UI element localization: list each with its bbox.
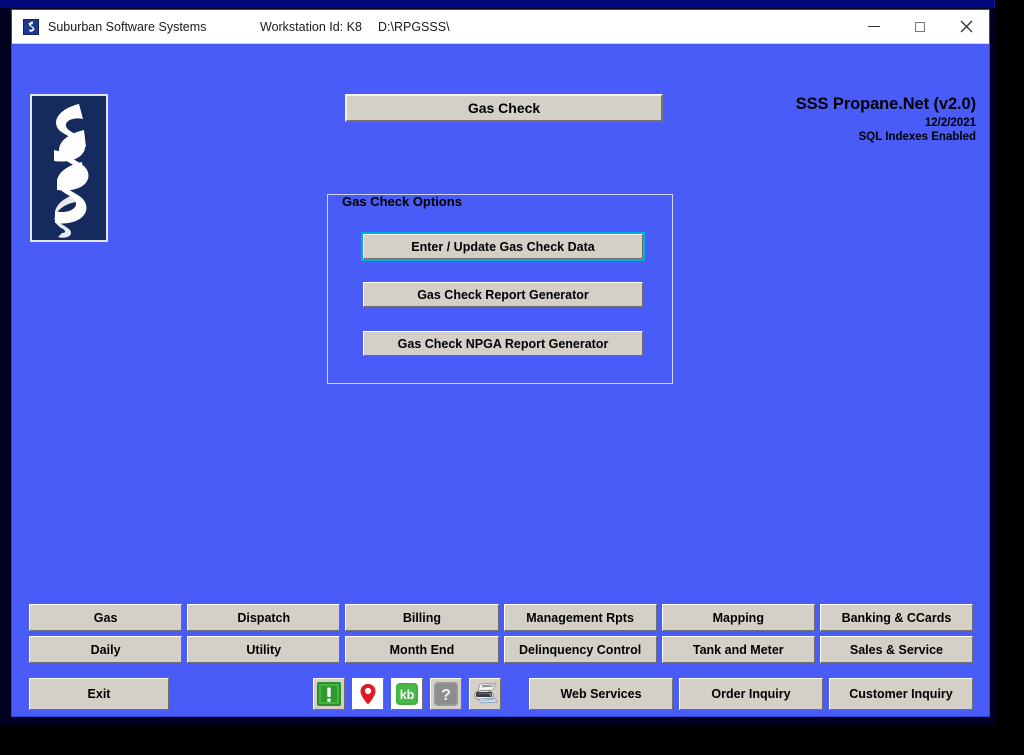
current-date-label: 12/2/2021	[924, 117, 976, 129]
client-area: Gas Check SSS Propane.Net (v2.0) 12/2/20…	[12, 44, 989, 716]
enter-update-gas-check-data-button[interactable]: Enter / Update Gas Check Data	[361, 232, 645, 261]
app-name-label: SSS Propane.Net (v2.0)	[795, 95, 976, 113]
svg-text:?: ?	[441, 687, 451, 704]
minimize-icon	[868, 26, 880, 27]
nav-button-utility[interactable]: Utility	[187, 636, 341, 663]
workstation-id: Workstation Id: K8	[260, 19, 362, 34]
maximize-icon	[915, 21, 925, 32]
nav-button-banking-ccards[interactable]: Banking & CCards	[819, 604, 974, 631]
icon-tray: kb ?	[313, 678, 501, 710]
gas-check-options-legend: Gas Check Options	[338, 195, 467, 209]
title-bar: Suburban Software Systems Workstation Id…	[12, 10, 989, 44]
sql-status-label: SQL Indexes Enabled	[858, 131, 976, 143]
exit-button[interactable]: Exit	[29, 678, 169, 710]
window-controls	[851, 10, 989, 43]
order-inquiry-button[interactable]: Order Inquiry	[679, 678, 823, 710]
nav-button-gas[interactable]: Gas	[29, 604, 183, 631]
page-title: Gas Check	[345, 94, 663, 122]
nav-row-primary: Gas Dispatch Billing Management Rpts Map…	[29, 604, 974, 631]
map-pin-icon[interactable]	[352, 678, 384, 710]
maximize-button[interactable]	[897, 10, 943, 43]
minimize-button[interactable]	[851, 10, 897, 43]
screen-bezel-right	[995, 0, 1024, 755]
nav-button-dispatch[interactable]: Dispatch	[187, 604, 341, 631]
nav-button-sales-service[interactable]: Sales & Service	[819, 636, 974, 663]
close-button[interactable]	[943, 10, 989, 43]
gas-check-npga-report-generator-button[interactable]: Gas Check NPGA Report Generator	[363, 331, 643, 356]
header-info: SSS Propane.Net (v2.0) 12/2/2021 SQL Ind…	[796, 95, 976, 143]
nav-button-delinquency-control[interactable]: Delinquency Control	[503, 636, 657, 663]
knowledge-base-icon[interactable]: kb	[391, 678, 423, 710]
bottom-navigation: Gas Dispatch Billing Management Rpts Map…	[29, 604, 974, 710]
help-icon[interactable]: ?	[430, 678, 462, 710]
company-logo	[30, 94, 108, 242]
svg-text:kb: kb	[400, 688, 415, 702]
close-icon	[960, 20, 972, 33]
nav-button-billing[interactable]: Billing	[345, 604, 499, 631]
nav-button-daily[interactable]: Daily	[29, 636, 183, 663]
working-directory-path: D:\RPGSSS\	[378, 19, 450, 34]
web-services-button[interactable]: Web Services	[529, 678, 673, 710]
application-window: Suburban Software Systems Workstation Id…	[11, 9, 990, 717]
printer-icon[interactable]	[469, 678, 501, 710]
nav-button-tank-and-meter[interactable]: Tank and Meter	[661, 636, 815, 663]
gas-check-report-generator-button[interactable]: Gas Check Report Generator	[363, 282, 643, 307]
customer-inquiry-button[interactable]: Customer Inquiry	[829, 678, 973, 710]
nav-row-secondary: Daily Utility Month End Delinquency Cont…	[29, 636, 974, 663]
nav-button-month-end[interactable]: Month End	[345, 636, 499, 663]
nav-row-actions: Exit kb ? Web Services Order Inquiry Cus…	[29, 678, 973, 710]
nav-button-mapping[interactable]: Mapping	[661, 604, 815, 631]
app-logo-icon	[23, 18, 39, 35]
desktop: Suburban Software Systems Workstation Id…	[0, 0, 1024, 755]
nav-button-management-rpts[interactable]: Management Rpts	[503, 604, 657, 631]
window-title: Suburban Software Systems	[48, 19, 207, 34]
alert-icon[interactable]	[313, 678, 345, 710]
screen-bezel-bottom	[0, 726, 1024, 755]
